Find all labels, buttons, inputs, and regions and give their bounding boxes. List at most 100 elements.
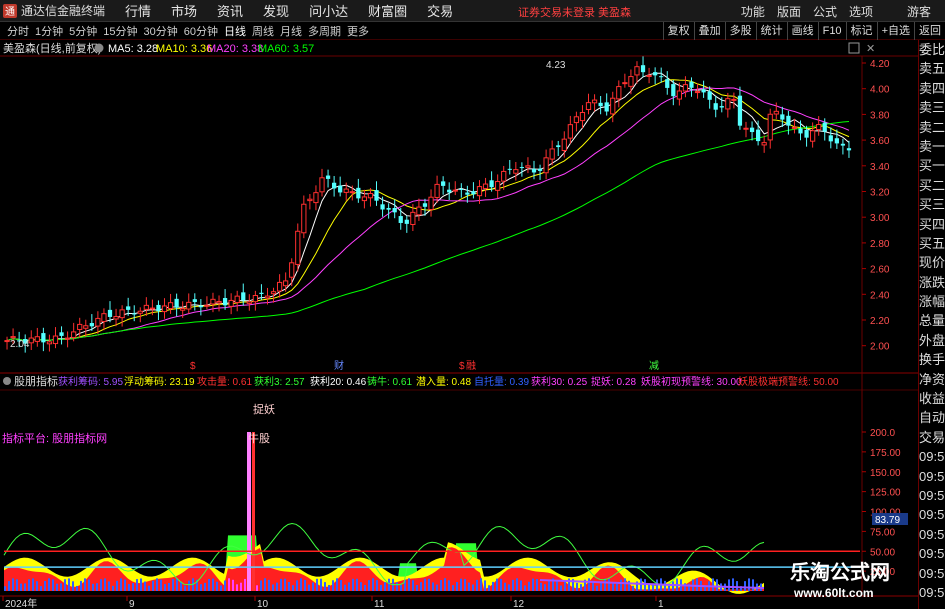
- period-tab[interactable]: 5分钟: [66, 23, 100, 39]
- event-marker[interactable]: 财: [334, 359, 344, 372]
- event-markers: $ 财 $ 融 减: [190, 359, 659, 372]
- event-marker[interactable]: $: [190, 361, 196, 372]
- quote-field: 涨跌: [919, 274, 945, 290]
- title-bar: 通 通达信金融终端 行情 市场 资讯 发现 问小达 财富圈 交易 证券交易未登录 美盈森 功…: [0, 0, 945, 22]
- period-tab[interactable]: 更多: [344, 23, 372, 39]
- indicator-tick-label: 175.00: [870, 448, 901, 459]
- quote-field: 卖二: [919, 119, 945, 135]
- quote-field: 涨幅: [919, 294, 945, 310]
- indicator-legend-item: 获利30: 0.25: [531, 376, 588, 388]
- menu-item[interactable]: 发现: [253, 1, 299, 20]
- quote-field: 卖一: [919, 138, 945, 154]
- indicator-legend-item: 妖股初现预警线: 30.00: [641, 375, 742, 388]
- quote-field: 总量: [919, 313, 945, 329]
- quote-field: 委比: [919, 42, 945, 57]
- time-axis-label: 9: [129, 599, 135, 609]
- period-tab[interactable]: 周线: [249, 23, 277, 39]
- grid: [0, 55, 918, 597]
- high-price-label: 4.23: [546, 60, 566, 71]
- price-tick-label: 2.60: [870, 265, 890, 276]
- period-tab[interactable]: 15分钟: [100, 23, 140, 39]
- menu-function[interactable]: 功能: [735, 3, 771, 20]
- time-axis-label: 12: [513, 599, 525, 609]
- stock-title[interactable]: 美盈森(日线,前复权): [3, 41, 101, 55]
- kline-chart[interactable]: 美盈森(日线,前复权) MA5: 3.28 MA10: 3.36 MA20: 3…: [0, 40, 918, 609]
- quote-field: 买二: [919, 177, 945, 193]
- quote-field: 09:59: [919, 487, 945, 503]
- tool-button[interactable]: 统计: [755, 22, 787, 40]
- period-tab[interactable]: 1分钟: [32, 23, 66, 39]
- chart-area[interactable]: 美盈森(日线,前复权) MA5: 3.28 MA10: 3.36 MA20: 3…: [0, 40, 918, 609]
- event-marker[interactable]: $: [459, 361, 465, 372]
- event-marker[interactable]: 融: [466, 360, 476, 372]
- period-tab[interactable]: 60分钟: [181, 23, 221, 39]
- period-tabs: 分时 1分钟 5分钟 15分钟 30分钟 60分钟 日线 周线 月线 多周期 更多: [0, 22, 372, 40]
- top-menu: 行情 市场 资讯 发现 问小达 财富圈 交易: [115, 1, 463, 20]
- indicator-legend-item: 自托量: 0.39: [474, 375, 529, 388]
- tool-button[interactable]: 多股: [724, 22, 756, 40]
- period-toolbar: 分时 1分钟 5分钟 15分钟 30分钟 60分钟 日线 周线 月线 多周期 更多 复权 叠加 多股 统计…: [0, 22, 945, 40]
- quote-field: 09:59: [919, 565, 945, 581]
- quote-panel: 委比 卖五 卖四 卖三 卖二 卖一 买一 买二 买三 买四 买五 现价 涨跌 涨幅 总量 外盘 换手 净资 收益 自动…: [918, 40, 945, 609]
- moving-averages: [6, 72, 850, 342]
- quote-field: 09:59: [919, 507, 945, 523]
- indicator-legend-item: 浮动筹码: 23.19: [124, 375, 195, 388]
- tool-button[interactable]: 复权: [662, 22, 694, 40]
- settings-icon[interactable]: [94, 43, 104, 53]
- menu-formula[interactable]: 公式: [807, 3, 843, 20]
- time-axis-label: 10: [257, 599, 269, 609]
- watermark-url: www.60lt.com: [794, 586, 874, 600]
- event-marker[interactable]: 减: [649, 360, 659, 372]
- indicator-settings-icon[interactable]: [3, 377, 11, 385]
- window-close-icon[interactable]: ✕: [866, 43, 875, 55]
- menu-item[interactable]: 问小达: [299, 1, 358, 20]
- menu-item[interactable]: 行情: [115, 1, 161, 20]
- tool-button[interactable]: F10: [817, 22, 846, 40]
- menu-item[interactable]: 市场: [161, 1, 207, 20]
- indicator-name[interactable]: 股朋指标: [14, 374, 58, 388]
- trade-login-notice: 证券交易未登录 美盈森: [518, 7, 632, 19]
- period-tab[interactable]: 多周期: [305, 23, 344, 39]
- price-tick-label: 2.80: [870, 239, 890, 250]
- quote-field: 换手: [919, 352, 945, 368]
- quote-field: 买三: [919, 197, 945, 213]
- quote-field: 现价: [919, 255, 945, 271]
- tool-button[interactable]: 叠加: [693, 22, 725, 40]
- tool-button[interactable]: +自选: [876, 22, 914, 40]
- indicator-legend-item: 潜入量: 0.48: [416, 375, 471, 388]
- ma-legend-ma60: MA60: 3.57: [258, 43, 314, 55]
- price-tick-label: 2.40: [870, 290, 890, 301]
- time-axis: 2024年 9 10 11 12 1: [2, 596, 664, 609]
- quote-field: 买一: [919, 158, 945, 174]
- period-tab[interactable]: 日线: [221, 23, 249, 39]
- watermark: 乐淘公式网 www.60lt.com: [784, 556, 914, 604]
- period-tab[interactable]: 分时: [4, 23, 32, 39]
- indicator-legend: 获利筹码: 5.95 浮动筹码: 23.19 攻击量: 0.61 获利3: 2.57 获…: [58, 375, 839, 388]
- ma-legend-ma20: MA20: 3.38: [207, 43, 263, 55]
- price-tick-label: 2.20: [870, 316, 890, 327]
- quote-field: 卖四: [919, 80, 945, 96]
- indicator-tick-label: 75.00: [870, 527, 895, 538]
- indicator-legend-item: 攻击量: 0.61: [197, 375, 252, 388]
- indicator-plot: [3, 432, 860, 594]
- guest-login[interactable]: 游客: [901, 3, 937, 20]
- ma-legend-ma10: MA10: 3.36: [156, 43, 212, 55]
- current-value-text: 83.79: [875, 515, 900, 526]
- indicator-header: 股朋指标 获利筹码: 5.95 浮动筹码: 23.19 攻击量: 0.61 获利3: …: [3, 374, 839, 388]
- quote-field: 卖三: [919, 100, 945, 116]
- window-restore-icon[interactable]: [848, 42, 860, 54]
- menu-item[interactable]: 交易: [417, 1, 463, 20]
- period-tab[interactable]: 月线: [277, 23, 305, 39]
- menu-options[interactable]: 选项: [843, 3, 879, 20]
- period-tab[interactable]: 30分钟: [141, 23, 181, 39]
- menu-item[interactable]: 资讯: [207, 1, 253, 20]
- price-tick-label: 4.20: [870, 59, 890, 70]
- price-tick-label: 3.80: [870, 110, 890, 121]
- menu-item[interactable]: 财富圈: [358, 1, 417, 20]
- menu-layout[interactable]: 版面: [771, 3, 807, 20]
- tool-button[interactable]: 返回: [914, 22, 945, 40]
- price-tick-label: 4.00: [870, 85, 890, 96]
- indicator-legend-item: 捉妖: 0.28: [591, 375, 636, 388]
- tool-button[interactable]: 画线: [786, 22, 818, 40]
- tool-button[interactable]: 标记: [845, 22, 877, 40]
